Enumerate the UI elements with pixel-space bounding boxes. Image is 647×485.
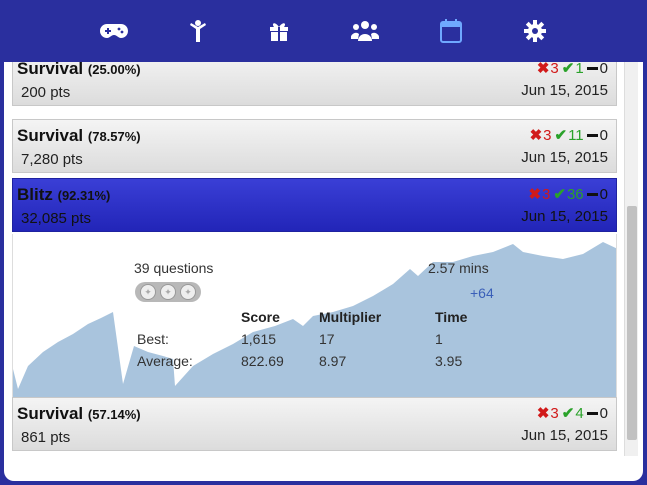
calendar-icon[interactable] [435,16,467,46]
average-multiplier: 8.97 [319,353,347,369]
wrong-icon: ✖ [528,186,542,203]
history-row-selected[interactable]: Blitz (92.31%) ✖ 3 ✔ 36 0 32,085 pts Jun 1… [12,178,617,232]
row-stats: ✖ 3 ✔ 11 0 [529,126,608,145]
difficulty-star-icon: ✦ [180,284,196,300]
best-multiplier: 17 [319,331,335,347]
row-title: Blitz (92.31%) [17,185,111,204]
person-icon[interactable] [182,16,214,46]
history-row[interactable]: Survival (78.57%) ✖ 3 ✔ 11 0 7,280 pts Jun… [12,119,617,173]
row-stats: ✖ 3 ✔ 1 0 [537,62,608,77]
gamepad-icon[interactable] [98,16,130,46]
wrong-icon: ✖ [536,62,550,77]
check-icon: ✔ [554,127,568,144]
row-date: Jun 15, 2015 [521,82,608,99]
best-label: Best: [137,331,169,347]
row-points: 200 pts [21,84,71,101]
row-points: 861 pts [21,429,71,446]
skip-icon [586,411,598,415]
skip-icon [586,66,598,70]
history-panel: Survival (25.00%) ✖ 3 ✔ 1 0 200 pts Jun 15… [4,62,643,481]
gift-icon[interactable] [263,16,295,46]
multiplier-header: Multiplier [319,309,382,325]
time-header: Time [435,309,468,325]
skip-icon [586,133,598,137]
game-detail: 39 questions ✦ ✦ ✦ 2.57 mins +64 Score M… [12,234,617,397]
best-time: 1 [435,331,443,347]
gear-icon[interactable] [519,16,551,46]
check-icon: ✔ [553,186,566,203]
row-title: Survival (78.57%) [17,126,141,145]
scrollbar-thumb[interactable] [627,206,637,440]
row-date: Jun 15, 2015 [521,427,608,444]
top-nav [0,0,647,62]
check-icon: ✔ [561,405,575,422]
check-icon: ✔ [561,62,575,77]
vertical-scrollbar[interactable] [624,62,638,456]
difficulty-star-icon: ✦ [140,284,156,300]
score-area-chart [13,242,616,397]
row-date: Jun 15, 2015 [521,149,608,166]
row-stats: ✖ 3 ✔ 36 0 [528,185,608,204]
row-points: 32,085 pts [21,210,92,227]
difficulty-indicator: ✦ ✦ ✦ [135,282,201,302]
row-title: Survival (25.00%) [17,62,141,78]
question-count: 39 questions [134,260,214,276]
wrong-icon: ✖ [536,405,550,422]
average-time: 3.95 [435,353,463,369]
score-header: Score [241,309,280,325]
row-stats: ✖ 3 ✔ 4 0 [536,404,608,423]
difficulty-star-icon: ✦ [160,284,176,300]
average-label: Average: [137,353,193,369]
row-title: Survival (57.14%) [17,404,141,423]
average-score: 822.69 [241,353,284,369]
wrong-icon: ✖ [529,127,543,144]
skip-icon [586,192,598,196]
game-duration: 2.57 mins [428,260,489,276]
group-icon[interactable] [349,16,381,46]
row-points: 7,280 pts [21,151,83,168]
row-date: Jun 15, 2015 [521,208,608,225]
best-score: 1,615 [241,331,277,347]
history-row[interactable]: Survival (25.00%) ✖ 3 ✔ 1 0 200 pts Jun 15… [12,62,617,106]
history-list[interactable]: Survival (25.00%) ✖ 3 ✔ 1 0 200 pts Jun 15… [12,62,638,456]
bonus-points: +64 [470,285,494,301]
history-row[interactable]: Survival (57.14%) ✖ 3 ✔ 4 0 861 pts Jun 15… [12,397,617,451]
